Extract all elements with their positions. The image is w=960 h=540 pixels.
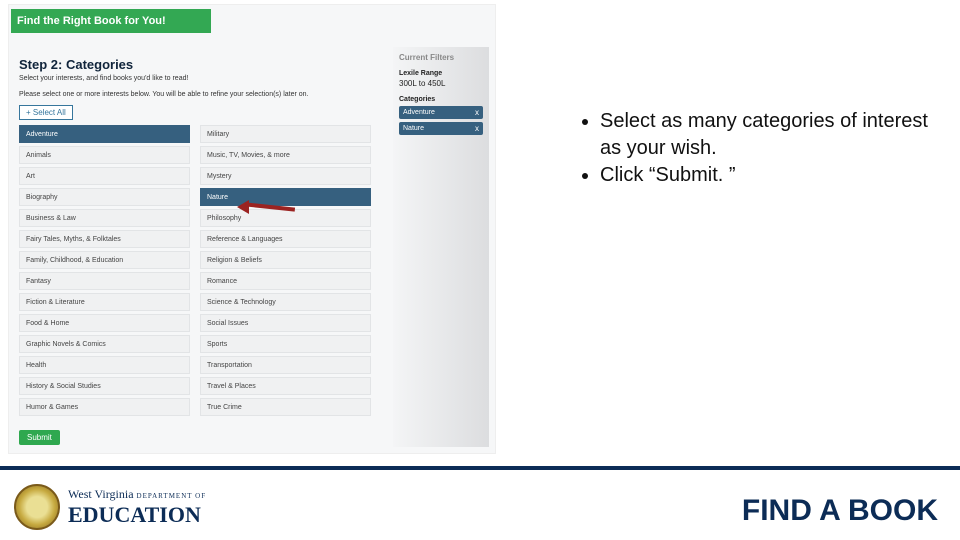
category-item[interactable]: Graphic Novels & Comics — [19, 335, 190, 353]
category-item[interactable]: Reference & Languages — [200, 230, 371, 248]
filters-panel: Current Filters Lexile Range 300L to 450… — [393, 47, 489, 447]
category-item[interactable]: Food & Home — [19, 314, 190, 332]
category-item[interactable]: Sports — [200, 335, 371, 353]
instruction-bullet: Click “Submit. ” — [600, 162, 938, 189]
categories-label: Categories — [399, 96, 483, 103]
remove-tag-icon[interactable]: x — [475, 124, 479, 133]
filter-tags: Adventure x Nature x — [399, 106, 483, 135]
category-column-2: Military Music, TV, Movies, & more Mystery… — [200, 125, 371, 416]
logo-line1a: West Virginia — [68, 487, 134, 501]
category-item[interactable]: Science & Technology — [200, 293, 371, 311]
category-item[interactable]: Military — [200, 125, 371, 143]
category-item[interactable]: Health — [19, 356, 190, 374]
category-item[interactable]: Fairy Tales, Myths, & Folktales — [19, 230, 190, 248]
logo-text: West Virginia DEPARTMENT OF EDUCATION — [68, 487, 206, 528]
find-book-banner: Find the Right Book for You! — [11, 9, 211, 33]
category-item[interactable]: Fiction & Literature — [19, 293, 190, 311]
category-item[interactable]: Romance — [200, 272, 371, 290]
filter-tag[interactable]: Nature x — [399, 122, 483, 135]
submit-button[interactable]: Submit — [19, 430, 60, 445]
slide-title: FIND A BOOK — [742, 494, 938, 528]
category-item[interactable]: Transportation — [200, 356, 371, 374]
slide: Find the Right Book for You! Step 2: Cat… — [0, 0, 960, 540]
lexile-range-label: Lexile Range — [399, 70, 483, 77]
logo-line2: EDUCATION — [68, 502, 206, 528]
category-item[interactable]: Family, Childhood, & Education — [19, 251, 190, 269]
category-item[interactable]: Animals — [19, 146, 190, 164]
filter-tag-label: Nature — [403, 125, 424, 132]
category-item[interactable]: Philosophy — [200, 209, 371, 227]
select-all-button[interactable]: + Select All — [19, 105, 73, 120]
logo-line1b: DEPARTMENT OF — [137, 492, 207, 500]
filter-tag[interactable]: Adventure x — [399, 106, 483, 119]
wv-education-logo: West Virginia DEPARTMENT OF EDUCATION — [14, 484, 206, 530]
category-column-1: Adventure Animals Art Biography Business & L… — [19, 125, 190, 416]
footer-divider — [0, 466, 960, 470]
step-subtitle-1: Select your interests, and find books yo… — [19, 75, 188, 82]
remove-tag-icon[interactable]: x — [475, 108, 479, 117]
category-item[interactable]: Music, TV, Movies, & more — [200, 146, 371, 164]
category-item[interactable]: Adventure — [19, 125, 190, 143]
category-item[interactable]: History & Social Studies — [19, 377, 190, 395]
filter-tag-label: Adventure — [403, 109, 435, 116]
instruction-bullets: Select as many categories of interest as… — [578, 108, 938, 189]
category-item[interactable]: Fantasy — [19, 272, 190, 290]
category-item[interactable]: Religion & Beliefs — [200, 251, 371, 269]
category-item[interactable]: Business & Law — [19, 209, 190, 227]
step-title: Step 2: Categories — [19, 57, 133, 72]
category-item[interactable]: Biography — [19, 188, 190, 206]
screenshot-panel: Find the Right Book for You! Step 2: Cat… — [8, 4, 496, 454]
category-item[interactable]: Art — [19, 167, 190, 185]
instruction-bullet: Select as many categories of interest as… — [600, 108, 938, 162]
category-item[interactable]: Mystery — [200, 167, 371, 185]
lexile-range-value: 300L to 450L — [399, 79, 483, 88]
category-item[interactable]: Social Issues — [200, 314, 371, 332]
category-item[interactable]: Nature — [200, 188, 371, 206]
category-item[interactable]: Travel & Places — [200, 377, 371, 395]
step-subtitle-2: Please select one or more interests belo… — [19, 91, 309, 98]
category-item[interactable]: True Crime — [200, 398, 371, 416]
filters-title: Current Filters — [399, 53, 483, 62]
category-columns: Adventure Animals Art Biography Business & L… — [19, 125, 371, 416]
state-seal-icon — [14, 484, 60, 530]
category-item[interactable]: Humor & Games — [19, 398, 190, 416]
